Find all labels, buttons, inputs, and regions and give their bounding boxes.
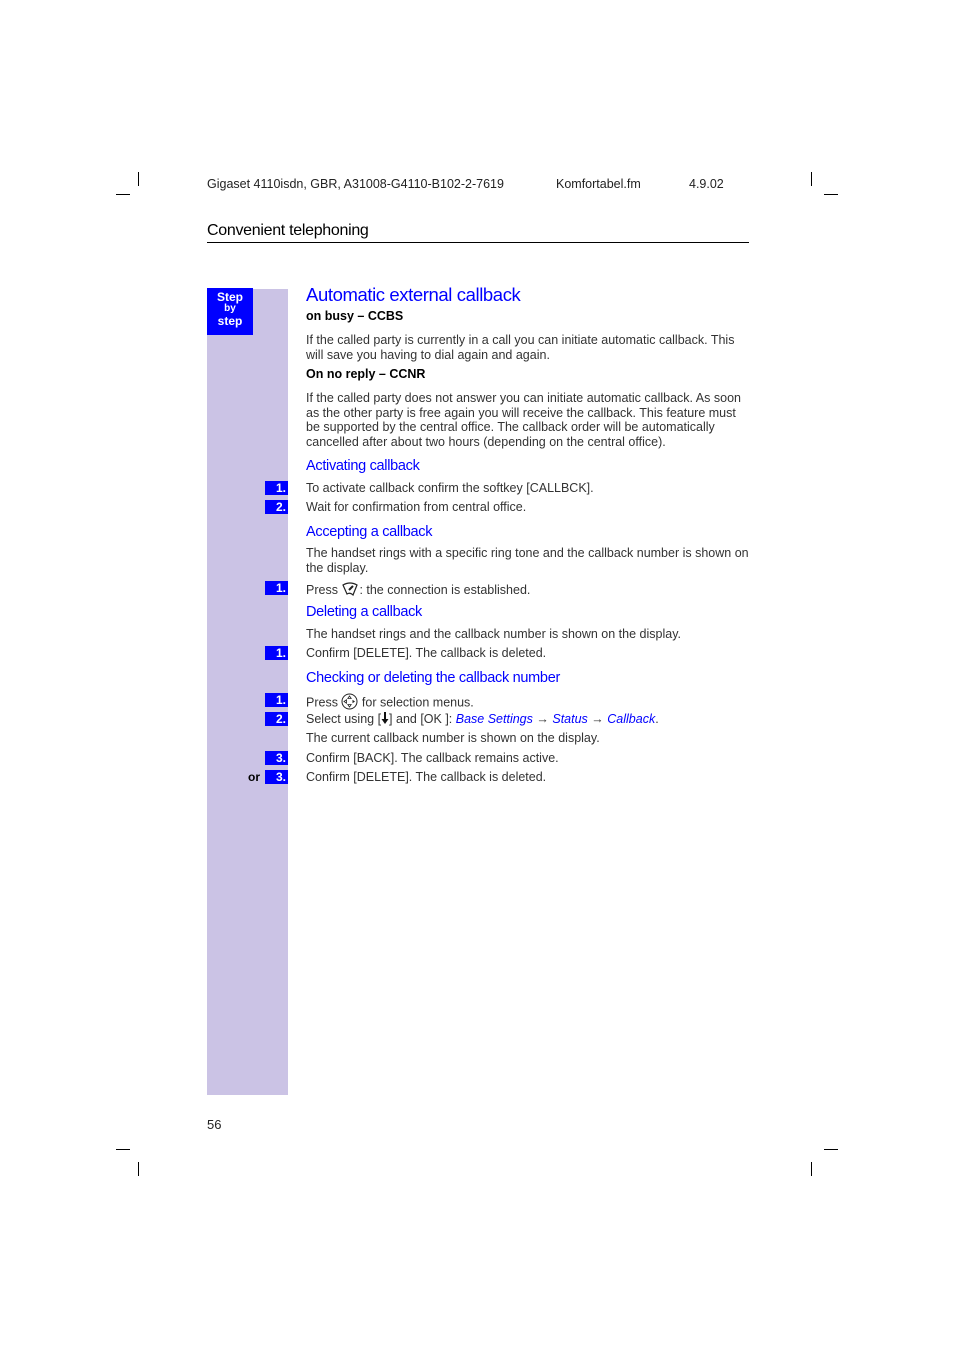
step-number: 1. [265,581,288,595]
step-mid: ] and [OK ]: [389,712,456,726]
deleting-text: The handset rings and the callback numbe… [306,627,681,641]
step-number: 1. [265,481,288,495]
control-key-icon [341,693,358,713]
arrow: → [536,712,549,726]
busy-text: If the called party is currently in a ca… [306,333,735,362]
talk-key-icon [341,581,359,600]
or-label: or [248,770,260,784]
noreply-heading: On no reply – CCNR [306,367,426,381]
badge-line2: by [224,303,236,314]
crop-mark [116,194,130,195]
menu-callback: Callback [607,712,656,726]
step-suffix: : the connection is established. [359,582,531,597]
step-prefix: Press [306,695,338,710]
page-title: Automatic external callback [306,284,521,305]
step-number: 2. [265,712,288,726]
step-end: . [655,712,659,726]
accepting-text: The handset rings with a specific ring t… [306,546,749,575]
step-number: 2. [265,500,288,514]
step-text: To activate callback confirm the softkey… [306,481,594,495]
step-prefix: Select using [ [306,712,382,726]
crop-mark [811,172,812,186]
section-divider [207,242,749,243]
checking-heading: Checking or deleting the callback number [306,670,560,686]
section-title: Convenient telephoning [207,222,369,239]
step-by-step-badge: Step by step [207,288,253,335]
step-number: 1. [265,646,288,660]
step-number: 3. [265,751,288,765]
step-text: Confirm [DELETE]. The callback is delete… [306,646,547,660]
step-number: 1. [265,693,288,707]
header-date: 4.9.02 [689,177,724,191]
step-text: Press for selection menus. [306,693,474,713]
page-number: 56 [207,1117,222,1132]
step-prefix: Press [306,582,338,597]
noreply-text: If the called party does not answer you … [306,391,741,449]
menu-status: Status [552,712,588,726]
step-suffix: for selection menus. [361,695,474,710]
badge-line3: step [217,314,243,328]
checking-info: The current callback number is shown on … [306,731,600,745]
step-text: Wait for confirmation from central offic… [306,500,527,514]
step-number: 3. [265,770,288,784]
step-text: Press : the connection is established. [306,581,530,600]
badge-line1: Step [216,290,243,304]
step-sidebar [207,289,288,1095]
step-text: Confirm [DELETE]. The callback is delete… [306,770,547,784]
deleting-heading: Deleting a callback [306,604,423,620]
step-text: Select using [ ] and [OK ]: Base Settings… [306,712,659,727]
crop-mark [824,194,838,195]
accepting-heading: Accepting a callback [306,524,433,540]
arrow: → [591,712,604,726]
step-text: Confirm [BACK]. The callback remains act… [306,751,559,765]
activating-heading: Activating callback [306,458,420,474]
busy-heading: on busy – CCBS [306,309,404,323]
menu-base-settings: Base Settings [455,712,533,726]
crop-mark [138,1162,139,1176]
crop-mark [116,1149,130,1150]
crop-mark [811,1162,812,1176]
header-doc-id: Gigaset 4110isdn, GBR, A31008-G4110-B102… [207,177,504,191]
crop-mark [138,172,139,186]
header-file: Komfortabel.fm [556,177,641,191]
crop-mark [824,1149,838,1150]
down-arrow-icon [381,712,389,727]
